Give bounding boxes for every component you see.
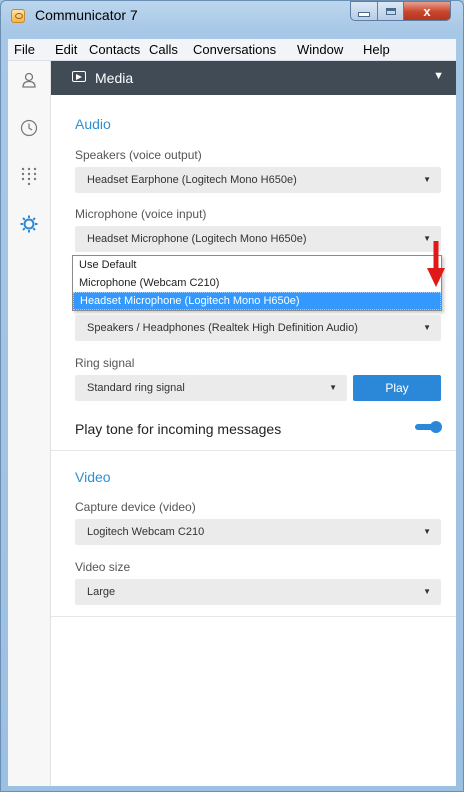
- chevron-down-icon: ▼: [423, 527, 431, 536]
- section-divider: [51, 450, 456, 451]
- chevron-down-icon: ▼: [329, 383, 337, 392]
- menu-window[interactable]: Window: [297, 42, 343, 57]
- app-chat-icon: [11, 9, 25, 23]
- video-size-label: Video size: [75, 560, 131, 574]
- menu-help[interactable]: Help: [363, 42, 390, 57]
- app-window: Communicator 7 x File Edit Contacts Call…: [0, 0, 464, 792]
- audio-section-title: Audio: [75, 116, 111, 132]
- settings-gear-icon[interactable]: [18, 213, 40, 235]
- annotation-arrow-icon: [427, 241, 445, 287]
- chevron-down-icon: ▼: [423, 175, 431, 184]
- ringer-select[interactable]: Speakers / Headphones (Realtek High Defi…: [75, 315, 441, 341]
- title-bar[interactable]: Communicator 7 x: [1, 1, 463, 31]
- header-caret-icon[interactable]: ▼: [433, 70, 444, 82]
- play-tone-toggle[interactable]: [415, 421, 442, 433]
- menu-conversations[interactable]: Conversations: [193, 42, 276, 57]
- microphone-option-selected[interactable]: Headset Microphone (Logitech Mono H650e): [73, 292, 441, 310]
- play-tone-label: Play tone for incoming messages: [75, 421, 282, 437]
- video-size-value: Large: [87, 586, 116, 598]
- media-play-icon: [72, 71, 86, 82]
- menu-file[interactable]: File: [14, 42, 35, 57]
- microphone-label: Microphone (voice input): [75, 207, 207, 221]
- capture-device-label: Capture device (video): [75, 500, 196, 514]
- toggle-knob: [430, 421, 442, 433]
- maximize-button[interactable]: [378, 1, 404, 21]
- menu-contacts[interactable]: Contacts: [89, 42, 140, 57]
- microphone-dropdown-list: Use Default Microphone (Webcam C210) Hea…: [72, 255, 442, 311]
- ring-signal-value: Standard ring signal: [87, 382, 185, 394]
- window-title: Communicator 7: [35, 7, 138, 23]
- media-header[interactable]: Media ▼: [51, 61, 456, 95]
- speakers-select[interactable]: Headset Earphone (Logitech Mono H650e) ▼: [75, 167, 441, 193]
- ringer-value: Speakers / Headphones (Realtek High Defi…: [87, 322, 358, 334]
- settings-content: Audio Speakers (voice output) Headset Ea…: [51, 95, 456, 786]
- contacts-icon[interactable]: [18, 69, 40, 91]
- video-size-select[interactable]: Large ▼: [75, 579, 441, 605]
- close-button[interactable]: x: [404, 1, 451, 21]
- ring-signal-label: Ring signal: [75, 356, 135, 370]
- microphone-option[interactable]: Use Default: [73, 256, 441, 274]
- microphone-select[interactable]: Headset Microphone (Logitech Mono H650e)…: [75, 226, 441, 252]
- header-title: Media: [95, 70, 134, 86]
- section-divider: [51, 616, 456, 617]
- dialpad-icon[interactable]: [18, 165, 40, 187]
- minimize-button[interactable]: [350, 1, 378, 21]
- menu-calls[interactable]: Calls: [149, 42, 178, 57]
- history-icon[interactable]: [18, 117, 40, 139]
- menu-bar: File Edit Contacts Calls Conversations W…: [8, 39, 456, 61]
- microphone-value: Headset Microphone (Logitech Mono H650e): [87, 233, 307, 245]
- chevron-down-icon: ▼: [423, 587, 431, 596]
- play-button[interactable]: Play: [353, 375, 441, 401]
- menu-edit[interactable]: Edit: [55, 42, 77, 57]
- minimize-icon: [358, 11, 370, 17]
- video-section-title: Video: [75, 469, 111, 485]
- capture-device-select[interactable]: Logitech Webcam C210 ▼: [75, 519, 441, 545]
- speakers-label: Speakers (voice output): [75, 148, 202, 162]
- maximize-icon: [385, 7, 396, 15]
- client-area: Media ▼ Audio Speakers (voice output) He…: [8, 61, 456, 786]
- sidebar: [8, 61, 51, 786]
- speakers-value: Headset Earphone (Logitech Mono H650e): [87, 174, 297, 186]
- chevron-down-icon: ▼: [423, 323, 431, 332]
- close-icon: x: [423, 3, 431, 19]
- microphone-option[interactable]: Microphone (Webcam C210): [73, 274, 441, 292]
- capture-device-value: Logitech Webcam C210: [87, 526, 205, 538]
- ring-signal-select[interactable]: Standard ring signal ▼: [75, 375, 347, 401]
